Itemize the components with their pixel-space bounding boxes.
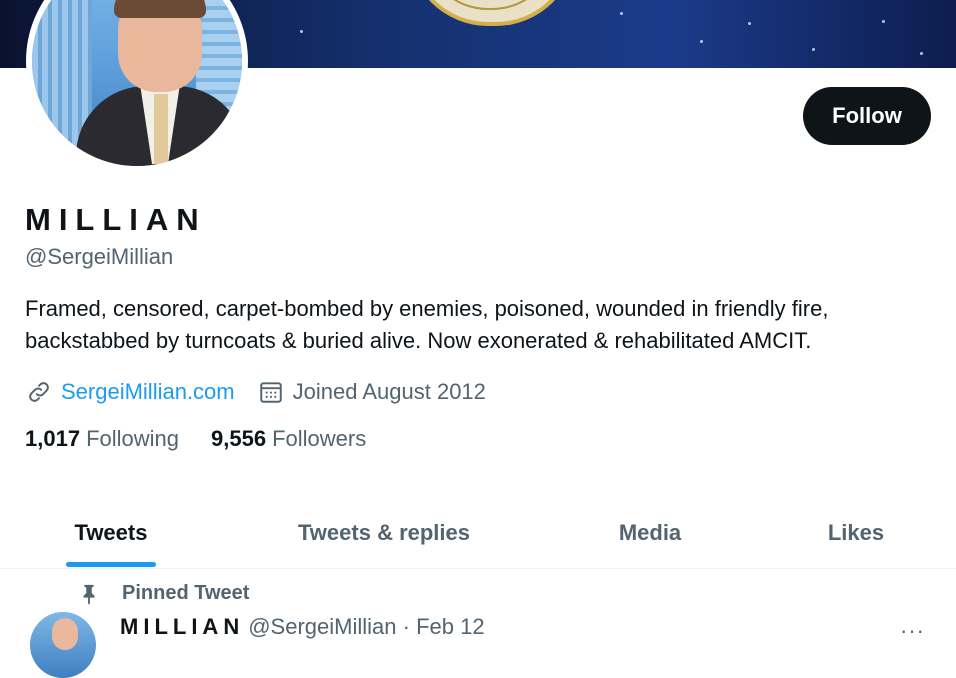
active-tab-indicator [66, 562, 156, 567]
followers-link[interactable]: 9,556 Followers [211, 426, 366, 452]
following-count: 1,017 [25, 426, 81, 451]
link-icon [25, 378, 53, 406]
bio-line: Framed, censored, carpet-bombed by enemi… [25, 296, 829, 321]
banner-star [920, 52, 923, 55]
avatar-photo [32, 0, 242, 166]
pin-icon [78, 583, 100, 605]
profile-display-name: MILLIAN [25, 202, 207, 237]
banner-star [882, 20, 885, 23]
following-link[interactable]: 1,017 Following [25, 426, 179, 452]
banner-seal-logo [408, 0, 576, 26]
more-options-icon[interactable]: ··· [900, 618, 925, 644]
profile-avatar[interactable] [26, 0, 248, 172]
pinned-tweet-label: Pinned Tweet [78, 582, 249, 605]
followers-count: 9,556 [211, 426, 267, 451]
tweet-separator: · [402, 614, 410, 639]
following-label: Following [86, 426, 179, 451]
bio-line: backstabbed by turncoats & buried alive.… [25, 328, 812, 353]
pinned-tweet-text: Pinned Tweet [122, 582, 250, 604]
followers-label: Followers [272, 426, 367, 451]
tweet-header: MILLIAN @SergeiMillian · Feb 12 [120, 614, 485, 640]
tab-likes[interactable]: Likes [800, 498, 912, 568]
calendar-icon [257, 378, 285, 406]
banner-star [620, 12, 623, 15]
tweet-author-avatar[interactable] [30, 612, 96, 678]
tweet-date[interactable]: Feb 12 [416, 614, 485, 639]
banner-star [748, 22, 751, 25]
profile-bio: Framed, censored, carpet-bombed by enemi… [25, 293, 935, 357]
profile-tabs: Tweets Tweets & replies Media Likes [0, 498, 956, 569]
tweet-author-handle[interactable]: @SergeiMillian [248, 614, 396, 639]
banner-star [300, 30, 303, 33]
profile-handle: @SergeiMillian [25, 244, 174, 269]
tab-tweets-replies[interactable]: Tweets & replies [262, 498, 506, 568]
follow-button[interactable]: Follow [803, 87, 931, 145]
profile-meta: SergeiMillian.com Joined August 2012 [25, 375, 486, 409]
tweet-author-name[interactable]: MILLIAN [120, 614, 244, 639]
profile-stats: 1,017 Following 9,556 Followers [25, 426, 398, 452]
tab-tweets[interactable]: Tweets [24, 498, 198, 568]
tab-media[interactable]: Media [585, 498, 715, 568]
banner-star [812, 48, 815, 51]
banner-star [700, 40, 703, 43]
profile-website-link[interactable]: SergeiMillian.com [61, 379, 235, 405]
profile-joined-date: Joined August 2012 [292, 379, 486, 404]
